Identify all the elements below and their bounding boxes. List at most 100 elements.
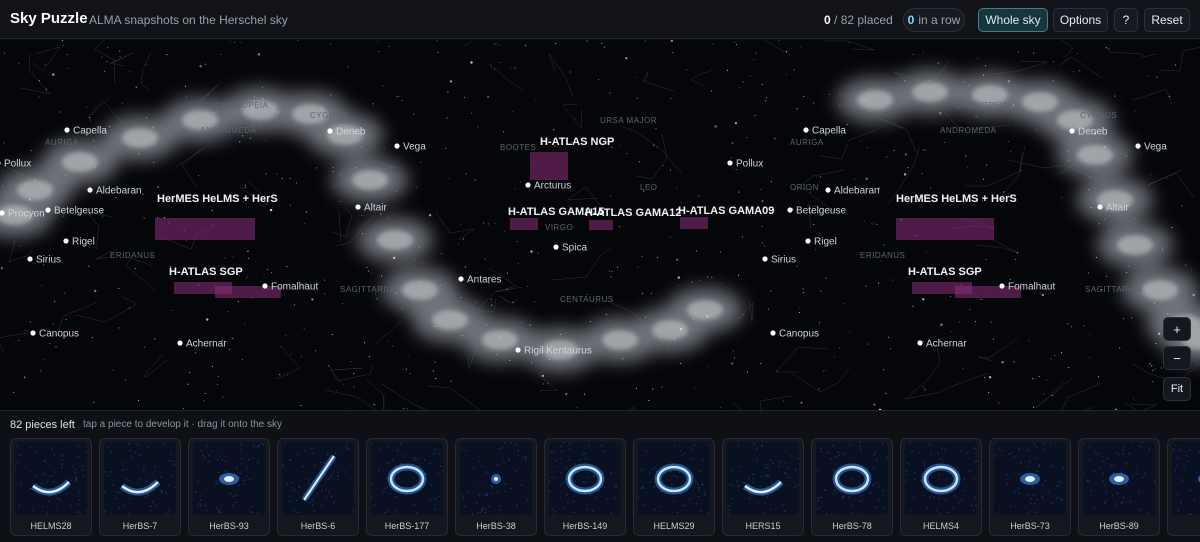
puzzle-piece[interactable]: HerBS-38 [455, 438, 537, 536]
zoom-out-button[interactable]: − [1163, 346, 1191, 370]
noise-speck [913, 477, 916, 480]
noise-speck [1042, 484, 1045, 486]
noise-speck [461, 495, 464, 497]
background-star [182, 407, 184, 409]
noise-speck [1179, 449, 1182, 451]
noise-speck [122, 469, 124, 472]
star-marker [355, 204, 361, 210]
survey-footprint [530, 152, 568, 180]
piece-thumbnail [193, 442, 265, 515]
background-star [980, 298, 982, 300]
noise-speck [695, 479, 697, 481]
puzzle-piece[interactable]: HerBS-78 [811, 438, 893, 536]
whole-sky-button[interactable]: Whole sky [978, 8, 1048, 32]
noise-speck [826, 451, 829, 454]
background-star [242, 135, 244, 137]
constellation-line [1062, 383, 1101, 410]
puzzle-piece[interactable]: HELMS29 [633, 438, 715, 536]
noise-speck [1111, 494, 1114, 497]
noise-speck [35, 451, 38, 454]
background-star [912, 305, 914, 307]
noise-speck [467, 490, 470, 493]
background-star [432, 370, 434, 372]
help-button[interactable]: ? [1114, 8, 1138, 32]
noise-speck [43, 473, 45, 476]
background-star [893, 149, 895, 151]
noise-speck [704, 494, 706, 496]
background-star [406, 408, 408, 410]
puzzle-piece[interactable]: HerBS-89 [1078, 438, 1160, 536]
sky-canvas[interactable]: CASSIOPEIA ANDROMEDA CYGNUS AURIGA URSA MAJO… [0, 40, 1200, 410]
streak-label: in a row [918, 13, 961, 27]
noise-speck [936, 452, 939, 455]
noise-speck [1033, 502, 1036, 505]
lens-image [905, 442, 977, 515]
noise-speck [1034, 511, 1037, 514]
puzzle-piece[interactable]: HerBS-93 [188, 438, 270, 536]
puzzle-piece[interactable]: HELMS28 [10, 438, 92, 536]
placed-count: 0 [824, 13, 831, 27]
background-star [799, 307, 801, 309]
background-star [246, 277, 248, 279]
background-star [601, 42, 603, 44]
noise-speck [289, 458, 292, 461]
noise-speck [104, 470, 107, 473]
background-star [437, 51, 439, 53]
noise-speck [941, 447, 943, 450]
background-star [121, 102, 124, 104]
puzzle-piece[interactable]: HerBS-177 [366, 438, 448, 536]
noise-speck [1123, 447, 1126, 449]
noise-speck [413, 503, 416, 506]
noise-speck [43, 459, 46, 462]
piece-thumbnail [371, 442, 443, 515]
noise-speck [868, 492, 871, 494]
zoom-in-button[interactable]: + [1163, 317, 1191, 341]
star-marker [177, 340, 183, 346]
background-star [537, 252, 539, 254]
noise-speck [1026, 494, 1028, 497]
puzzle-piece[interactable]: HerBS-6 [277, 438, 359, 536]
puzzle-piece[interactable]: HELMS4 [900, 438, 982, 536]
background-star [843, 303, 845, 305]
background-star [1114, 95, 1116, 97]
noise-speck [761, 444, 763, 447]
app-subtitle: ALMA snapshots on the Herschel sky [89, 13, 288, 27]
puzzle-piece[interactable]: HerBS-7 [99, 438, 181, 536]
fit-button[interactable]: Fit [1163, 377, 1191, 401]
sky-map[interactable]: CASSIOPEIA ANDROMEDA CYGNUS AURIGA URSA MAJO… [0, 40, 1200, 410]
noise-speck [419, 465, 422, 467]
background-star [925, 149, 927, 151]
noise-speck [304, 449, 307, 452]
puzzle-piece[interactable]: HerBS-73 [989, 438, 1071, 536]
options-button[interactable]: Options [1053, 8, 1108, 32]
noise-speck [168, 509, 171, 512]
noise-speck [16, 462, 19, 464]
noise-speck [460, 448, 463, 451]
puzzle-piece[interactable]: He [1167, 438, 1200, 536]
puzzle-piece[interactable]: HERS15 [722, 438, 804, 536]
background-star [86, 106, 88, 108]
noise-speck [881, 442, 884, 445]
noise-speck [399, 443, 402, 445]
star-label: Sirius [771, 255, 796, 266]
constellation-line [493, 40, 502, 46]
background-star [770, 290, 772, 292]
noise-speck [933, 496, 936, 498]
lens-image [460, 442, 532, 515]
background-star [877, 282, 880, 284]
noise-speck [199, 494, 202, 497]
noise-speck [1034, 457, 1036, 460]
background-star [677, 284, 679, 287]
noise-speck [1042, 449, 1045, 451]
noise-speck [770, 481, 773, 484]
noise-speck [147, 493, 149, 496]
star-marker [553, 244, 559, 250]
puzzle-piece[interactable]: HerBS-149 [544, 438, 626, 536]
noise-speck [84, 450, 87, 453]
star-label: Canopus [39, 329, 79, 340]
background-star [24, 375, 26, 377]
background-star [975, 116, 977, 118]
piece-label: HELMS28 [30, 521, 72, 531]
reset-button[interactable]: Reset [1144, 8, 1190, 32]
noise-speck [491, 486, 493, 488]
